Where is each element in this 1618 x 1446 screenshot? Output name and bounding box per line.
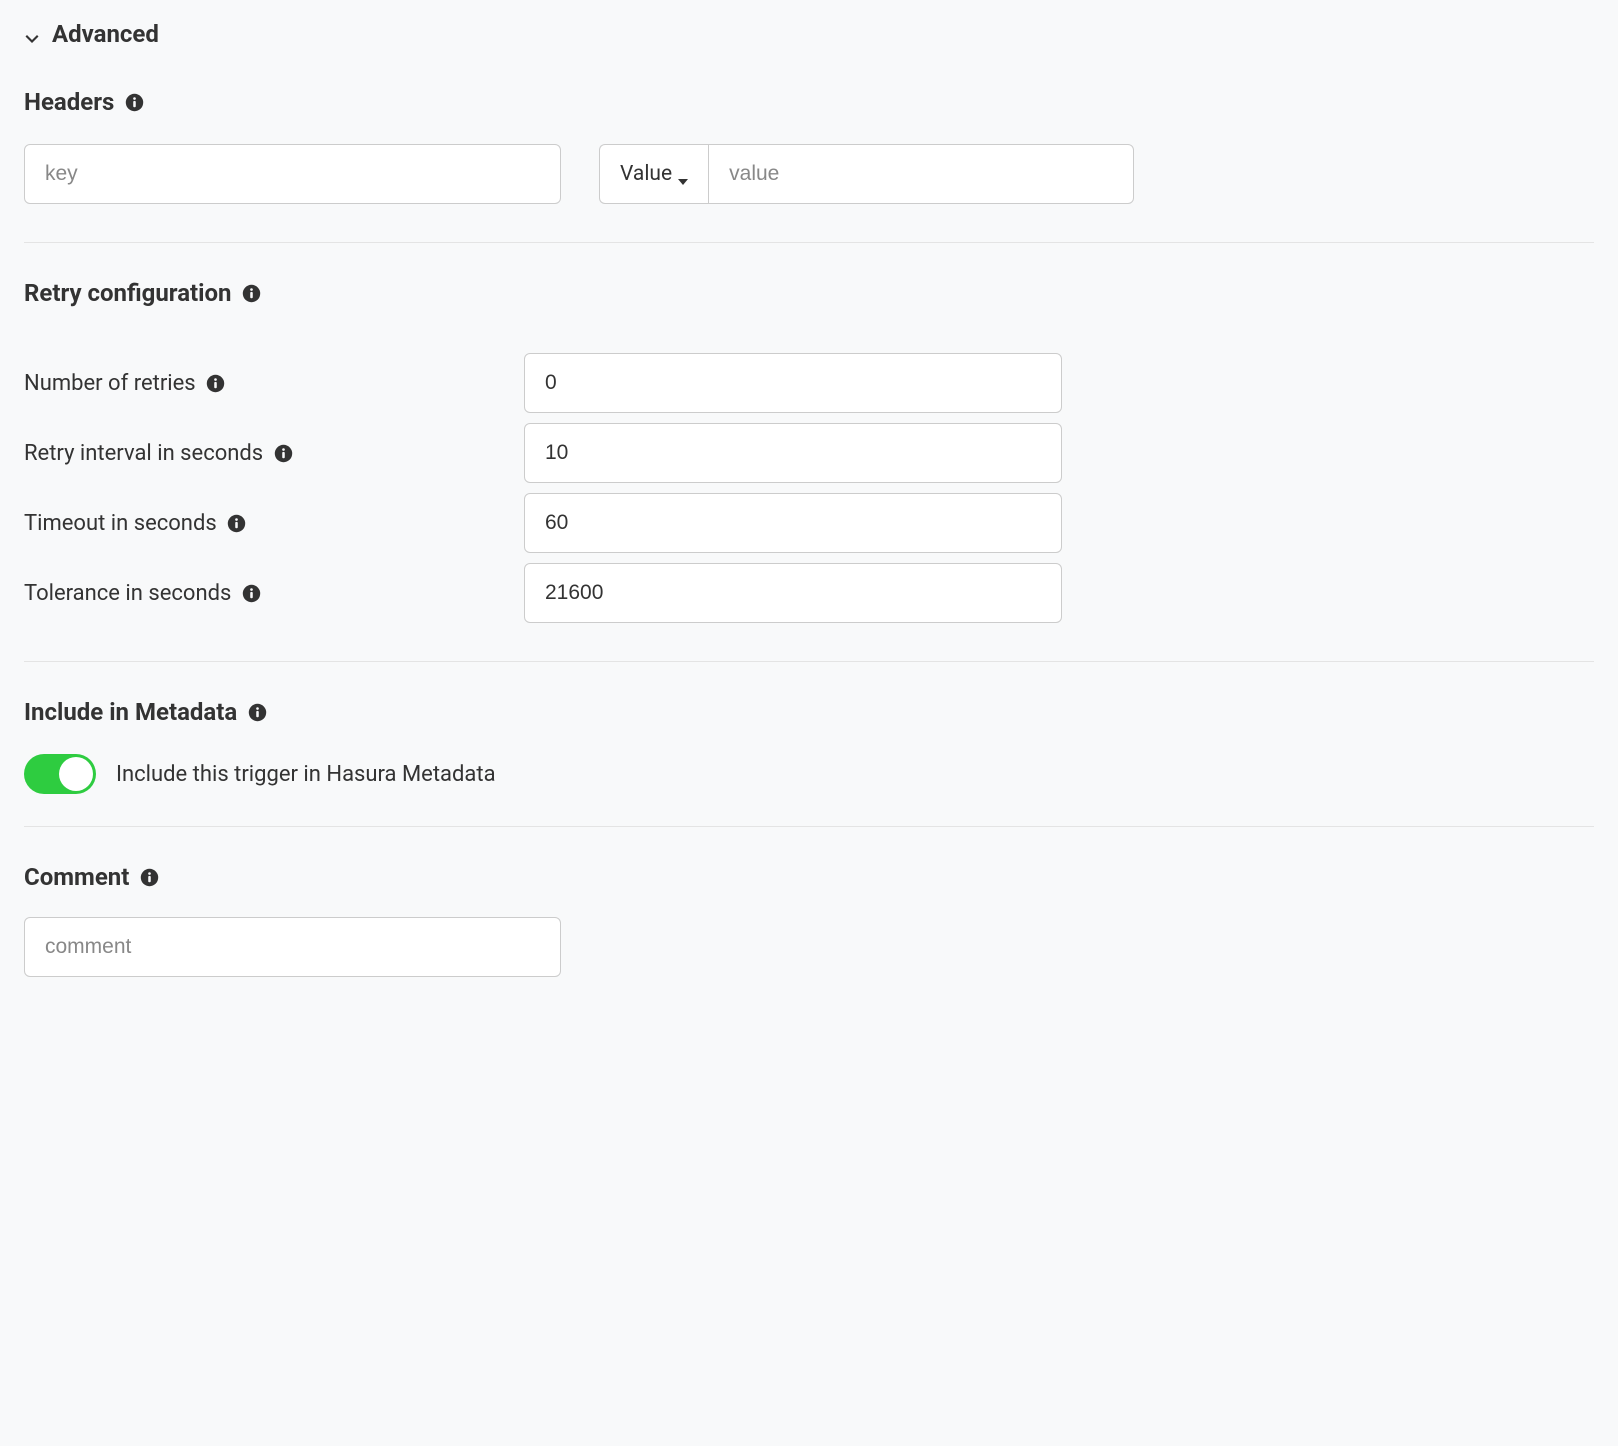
comment-title-row: Comment	[24, 863, 1594, 891]
info-icon[interactable]	[273, 443, 293, 463]
info-icon[interactable]	[247, 702, 267, 722]
retry-label: Timeout in seconds	[24, 511, 217, 536]
advanced-title: Advanced	[52, 20, 159, 48]
tolerance-input[interactable]	[524, 563, 1062, 623]
include-metadata-toggle[interactable]	[24, 754, 96, 794]
retry-interval-input[interactable]	[524, 423, 1062, 483]
retry-row-tolerance: Tolerance in seconds	[24, 563, 1594, 623]
timeout-input[interactable]	[524, 493, 1062, 553]
retry-title-row: Retry configuration	[24, 279, 1594, 307]
retry-row-interval: Retry interval in seconds	[24, 423, 1594, 483]
metadata-title-row: Include in Metadata	[24, 698, 1594, 726]
include-metadata-label: Include this trigger in Hasura Metadata	[116, 762, 496, 787]
retry-title: Retry configuration	[24, 279, 232, 307]
header-value-type-label: Value	[620, 162, 672, 186]
retry-row-timeout: Timeout in seconds	[24, 493, 1594, 553]
retry-label: Retry interval in seconds	[24, 441, 263, 466]
headers-title-row: Headers	[24, 88, 1594, 116]
header-value-type-dropdown[interactable]: Value	[599, 144, 708, 204]
toggle-knob	[59, 757, 93, 791]
metadata-title: Include in Metadata	[24, 698, 237, 726]
headers-title: Headers	[24, 88, 114, 116]
info-icon[interactable]	[241, 583, 261, 603]
retry-row-num-retries: Number of retries	[24, 353, 1594, 413]
num-retries-input[interactable]	[524, 353, 1062, 413]
retry-label: Tolerance in seconds	[24, 581, 231, 606]
info-icon[interactable]	[206, 373, 226, 393]
retry-label: Number of retries	[24, 371, 196, 396]
header-key-input[interactable]	[24, 144, 561, 204]
divider	[24, 826, 1594, 827]
caret-down-icon	[678, 169, 688, 179]
divider	[24, 661, 1594, 662]
comment-input[interactable]	[24, 917, 561, 977]
comment-title: Comment	[24, 863, 129, 891]
info-icon[interactable]	[242, 283, 262, 303]
info-icon[interactable]	[124, 92, 144, 112]
advanced-section-toggle[interactable]: Advanced	[24, 20, 1594, 48]
info-icon[interactable]	[227, 513, 247, 533]
info-icon[interactable]	[139, 867, 159, 887]
header-value-input[interactable]	[708, 144, 1134, 204]
chevron-down-icon	[24, 26, 40, 42]
divider	[24, 242, 1594, 243]
